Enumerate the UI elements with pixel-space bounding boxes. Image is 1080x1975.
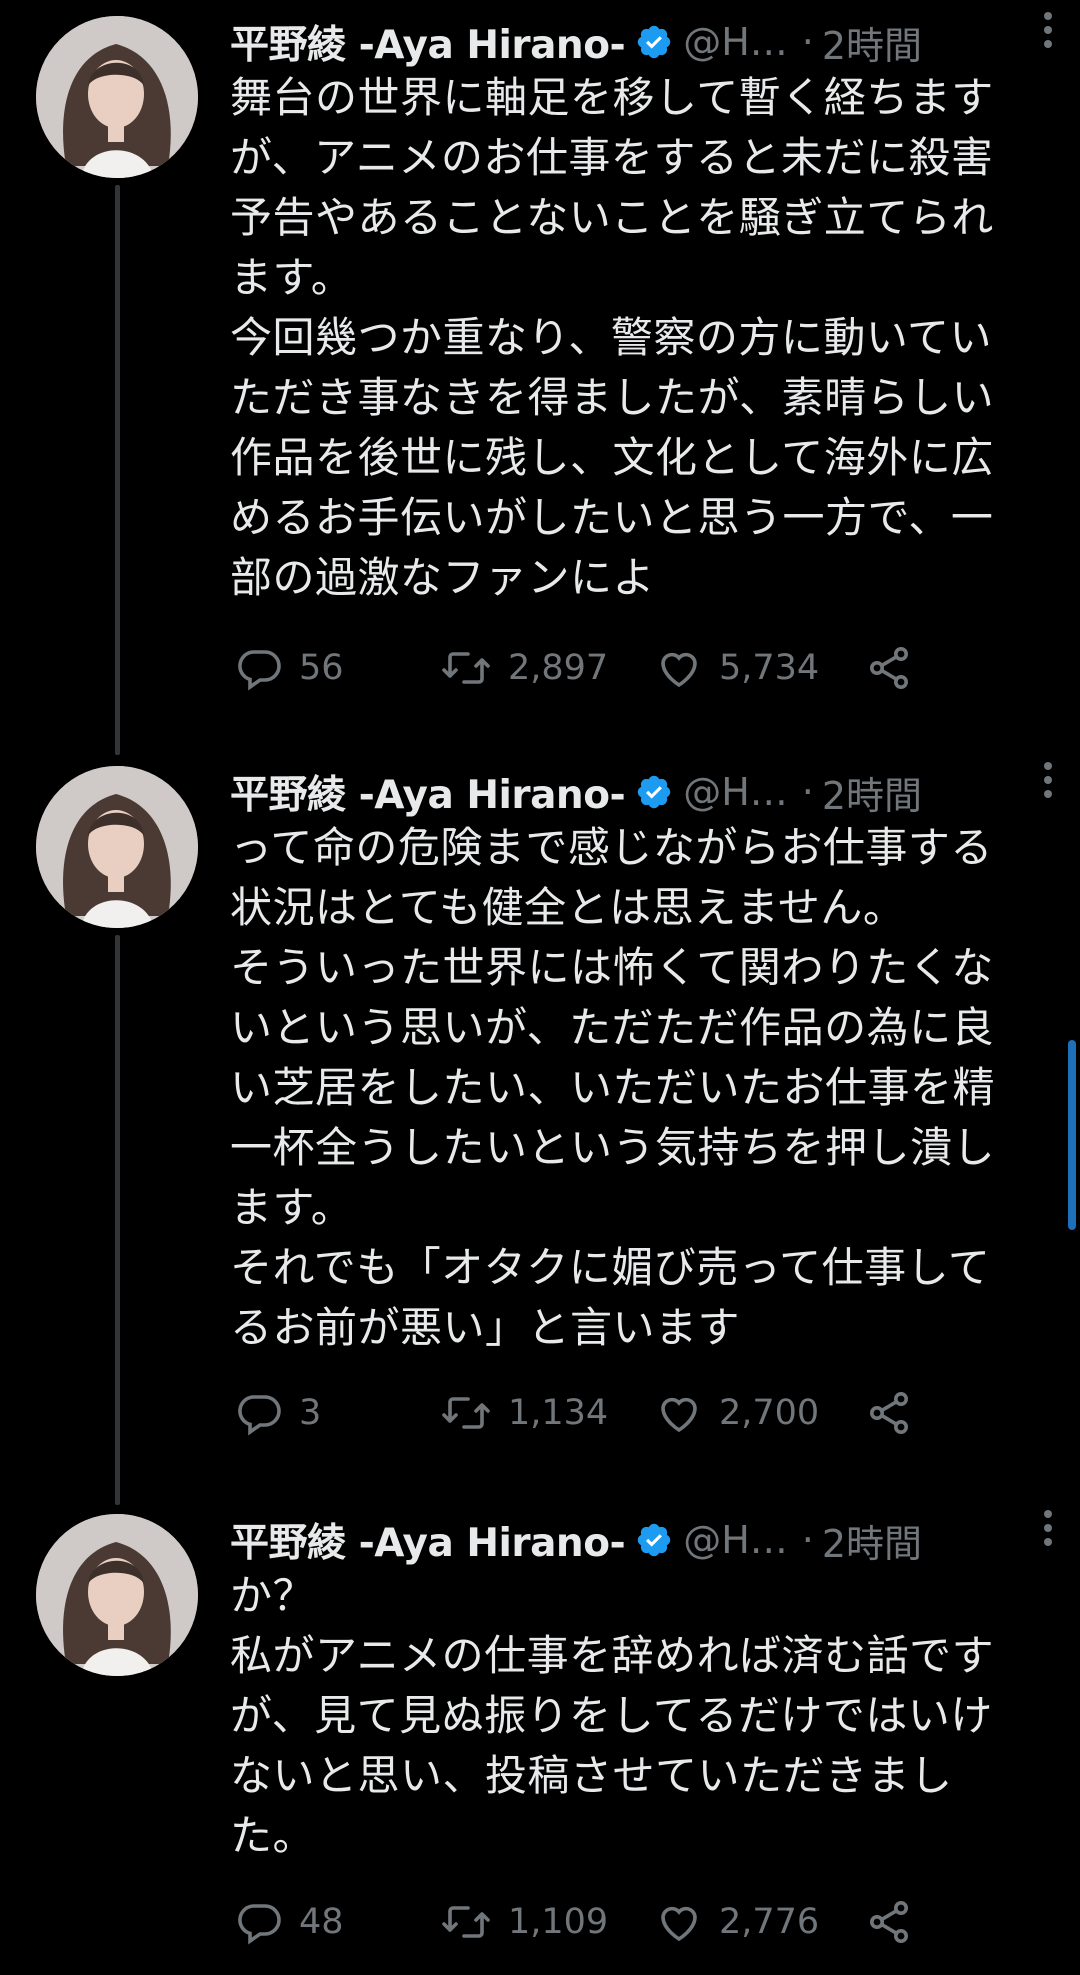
tweet-header: 平野綾 -Aya Hirano- @H… · 2時間: [230, 14, 1040, 70]
author-name[interactable]: 平野綾 -Aya Hirano-: [230, 1512, 626, 1568]
retweet-button[interactable]: 1,134: [440, 1383, 608, 1443]
like-button[interactable]: 2,700: [655, 1383, 819, 1443]
timestamp[interactable]: 2時間: [822, 765, 922, 820]
share-icon: [870, 1392, 908, 1434]
more-vertical-icon[interactable]: [1038, 1506, 1058, 1550]
retweet-count: 1,109: [508, 1902, 609, 1942]
retweet-icon: [442, 1906, 490, 1938]
reply-icon: [238, 1395, 281, 1436]
retweet-count: 1,134: [508, 1393, 609, 1433]
tweet-actions: 56 2,897 5,734: [230, 638, 950, 698]
tweet-text: 舞台の世界に軸足を移して暫く経ちます が、アニメのお仕事をすると未だに殺害 予告…: [230, 73, 995, 602]
share-button[interactable]: [865, 1892, 913, 1952]
author-handle[interactable]: @H…: [683, 770, 788, 814]
avatar[interactable]: [36, 1514, 198, 1676]
avatar-photo-icon: [36, 1514, 198, 1676]
retweet-button[interactable]: 2,897: [440, 638, 608, 698]
reply-count: 3: [299, 1393, 322, 1433]
tweet-actions: 3 1,134 2,700: [230, 1383, 950, 1443]
share-icon: [870, 1901, 908, 1943]
tweet-actions: 48 1,109 2,776: [230, 1892, 950, 1952]
heart-icon: [661, 1397, 697, 1433]
reply-button[interactable]: 56: [235, 638, 344, 698]
like-count: 2,700: [719, 1393, 820, 1433]
more-vertical-icon[interactable]: [1038, 758, 1058, 802]
author-name[interactable]: 平野綾 -Aya Hirano-: [230, 14, 626, 70]
timestamp[interactable]: 2時間: [822, 1513, 922, 1568]
share-button[interactable]: [865, 638, 913, 698]
tweet-header: 平野綾 -Aya Hirano- @H… · 2時間: [230, 764, 1040, 820]
separator-dot: ·: [801, 20, 814, 64]
share-button[interactable]: [865, 1383, 913, 1443]
separator-dot: ·: [801, 1518, 814, 1562]
verified-badge-icon: [637, 25, 671, 59]
avatar-photo-icon: [36, 766, 198, 928]
like-count: 2,776: [719, 1902, 820, 1942]
tweet-text: か？ 私がアニメの仕事を辞めれば済む話です が、見て見ぬ振りをしてるだけではいけ…: [230, 1571, 995, 1860]
reply-button[interactable]: 48: [235, 1892, 344, 1952]
reply-button[interactable]: 3: [235, 1383, 321, 1443]
separator-dot: ·: [801, 770, 814, 814]
retweet-icon: [442, 652, 490, 684]
tweet-header: 平野綾 -Aya Hirano- @H… · 2時間: [230, 1512, 1040, 1568]
verified-badge-icon: [637, 775, 671, 809]
reply-icon: [238, 650, 281, 691]
heart-icon: [661, 1906, 697, 1942]
retweet-icon: [442, 1397, 490, 1429]
reply-icon: [238, 1904, 281, 1945]
tweet[interactable]: 平野綾 -Aya Hirano- @H… · 2時間 って命の危険まで感じながら…: [0, 750, 1080, 1500]
tweet[interactable]: 平野綾 -Aya Hirano- @H… · 2時間 舞台の世界に軸足を移して暫…: [0, 0, 1080, 750]
retweet-button[interactable]: 1,109: [440, 1892, 608, 1952]
more-vertical-icon[interactable]: [1038, 8, 1058, 52]
like-button[interactable]: 5,734: [655, 638, 819, 698]
author-name[interactable]: 平野綾 -Aya Hirano-: [230, 764, 626, 820]
share-icon: [870, 647, 908, 689]
avatar[interactable]: [36, 766, 198, 928]
avatar-photo-icon: [36, 16, 198, 178]
like-count: 5,734: [719, 648, 820, 688]
reply-count: 56: [299, 648, 344, 688]
author-handle[interactable]: @H…: [683, 20, 788, 64]
author-handle[interactable]: @H…: [683, 1518, 788, 1562]
reply-count: 48: [299, 1902, 344, 1942]
retweet-count: 2,897: [508, 648, 609, 688]
avatar[interactable]: [36, 16, 198, 178]
heart-icon: [661, 652, 697, 688]
verified-badge-icon: [637, 1523, 671, 1557]
tweet[interactable]: 平野綾 -Aya Hirano- @H… · 2時間 か？ 私がアニメの仕事を辞…: [0, 1498, 1080, 1975]
timeline: 平野綾 -Aya Hirano- @H… · 2時間 舞台の世界に軸足を移して暫…: [0, 0, 1080, 1975]
timestamp[interactable]: 2時間: [822, 15, 922, 70]
like-button[interactable]: 2,776: [655, 1892, 819, 1952]
tweet-text: って命の危険まで感じながらお仕事する 状況はとても健全とは思えません。 そういっ…: [230, 823, 996, 1352]
scrollbar[interactable]: [1068, 1040, 1076, 1230]
